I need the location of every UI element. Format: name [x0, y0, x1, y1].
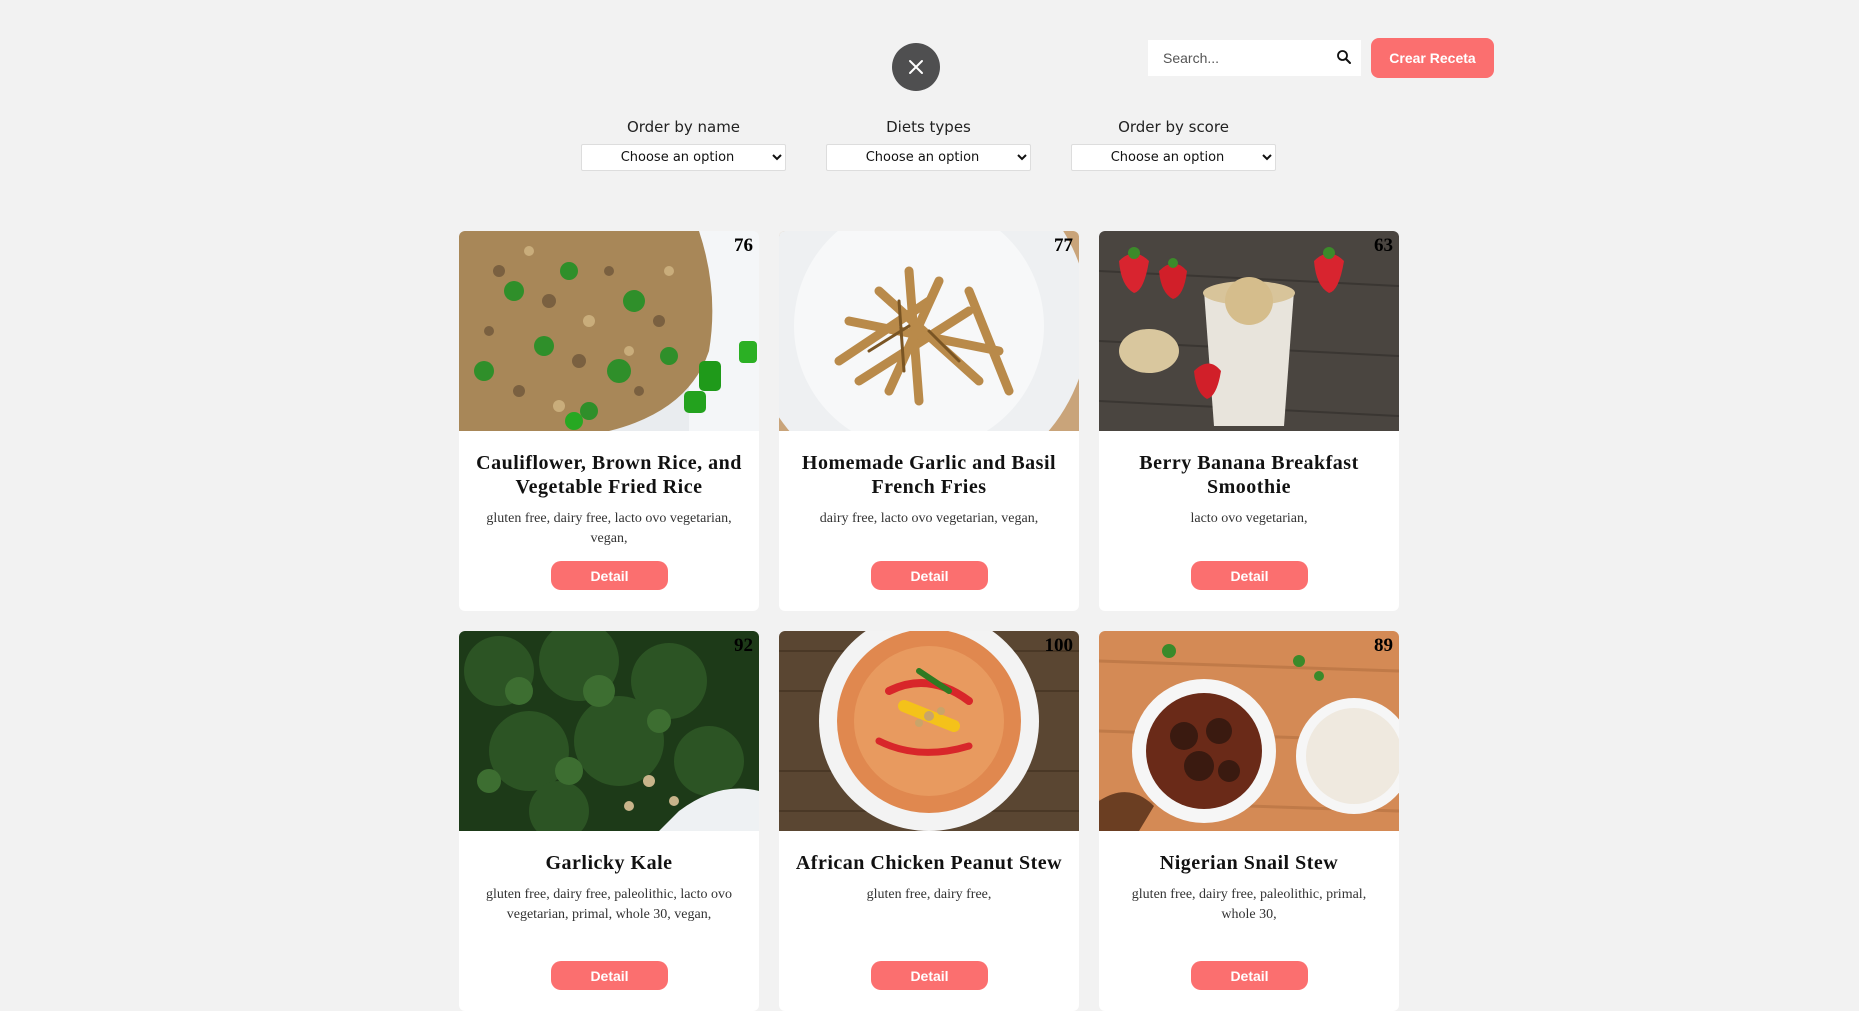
detail-button[interactable]: Detail [1191, 961, 1308, 990]
recipe-card: 77 Homemade Garlic and Basil French Frie… [779, 231, 1079, 611]
recipe-card: 89 Nigerian Snail Stew gluten free, dair… [1099, 631, 1399, 1011]
recipe-diets: lacto ovo vegetarian, [1190, 511, 1308, 526]
recipe-score: 100 [1044, 635, 1074, 656]
filter-order-by-score: Order by score Choose an option [1071, 118, 1276, 171]
diets-types-select[interactable]: Choose an option [826, 144, 1031, 171]
detail-button[interactable]: Detail [871, 561, 988, 590]
recipe-title: Homemade Garlic and Basil French Fries [801, 452, 1057, 498]
recipe-title: African Chicken Peanut Stew [795, 852, 1063, 874]
recipe-score: 89 [1374, 635, 1393, 656]
recipe-diets: gluten free, dairy free, paleolithic, pr… [1131, 887, 1367, 922]
detail-button[interactable]: Detail [551, 961, 668, 990]
recipe-card: 92 Garlicky Kale gluten free, dairy free… [459, 631, 759, 1011]
recipe-image: 92 [459, 631, 759, 831]
recipe-diets: gluten free, dairy free, lacto ovo veget… [486, 511, 732, 546]
order-by-score-select[interactable]: Choose an option [1071, 144, 1276, 171]
recipe-title: Garlicky Kale [545, 852, 673, 874]
recipe-image: 76 [459, 231, 759, 431]
detail-button[interactable]: Detail [1191, 561, 1308, 590]
detail-button[interactable]: Detail [551, 561, 668, 590]
search-box [1148, 40, 1361, 76]
order-by-name-select[interactable]: Choose an option [581, 144, 786, 171]
detail-button[interactable]: Detail [871, 961, 988, 990]
recipe-diets: gluten free, dairy free, [866, 887, 992, 902]
filter-label-diets-types: Diets types [886, 118, 971, 136]
search-icon[interactable] [1336, 49, 1352, 65]
recipe-title: Cauliflower, Brown Rice, and Vegetable F… [476, 452, 742, 498]
create-recipe-button[interactable]: Crear Receta [1371, 38, 1494, 78]
recipe-image: 89 [1099, 631, 1399, 831]
recipe-title: Nigerian Snail Stew [1159, 852, 1339, 874]
recipe-diets: dairy free, lacto ovo vegetarian, vegan, [819, 511, 1039, 526]
recipe-score: 77 [1054, 235, 1073, 256]
close-icon [909, 60, 923, 74]
recipe-score: 76 [734, 235, 753, 256]
recipe-image: 77 [779, 231, 1079, 431]
recipe-score: 63 [1374, 235, 1393, 256]
filter-label-order-by-name: Order by name [626, 118, 741, 136]
recipe-image: 100 [779, 631, 1079, 831]
recipe-title: Berry Banana Breakfast Smoothie [1139, 452, 1359, 498]
recipe-score: 92 [734, 635, 753, 656]
recipe-image: 63 [1099, 231, 1399, 431]
filter-order-by-name: Order by name Choose an option [581, 118, 786, 171]
recipe-card: 76 Cauliflower, Brown Rice, and Vegetabl… [459, 231, 759, 611]
recipe-card: 63 Berry Banana Breakfast Smoothie lacto… [1099, 231, 1399, 611]
close-button[interactable] [892, 43, 940, 91]
filter-diets-types: Diets types Choose an option [826, 118, 1031, 171]
filter-label-order-by-score: Order by score [1118, 118, 1229, 136]
search-input[interactable] [1148, 40, 1343, 76]
recipe-card: 100 African Chicken Peanut Stew gluten f… [779, 631, 1079, 1011]
recipe-diets: gluten free, dairy free, paleolithic, la… [485, 887, 733, 922]
